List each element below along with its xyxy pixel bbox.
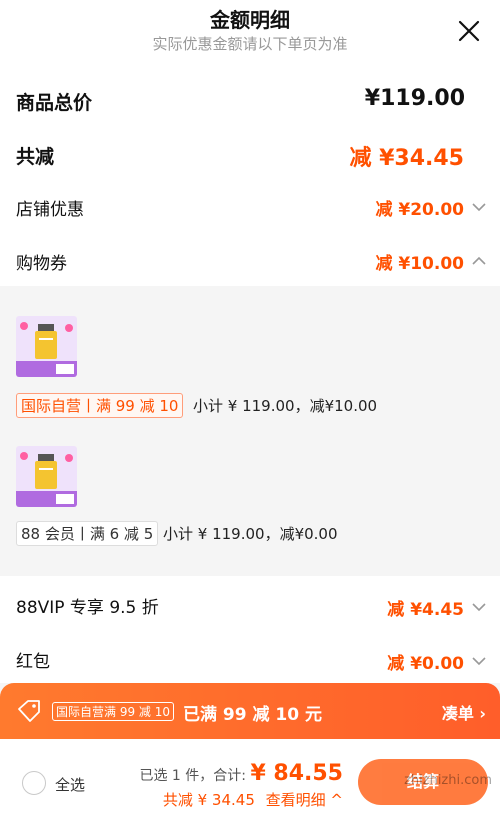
select-all-label[interactable]: 全选 bbox=[55, 774, 85, 795]
sheet-header: 金额明细 实际优惠金额请以下单页为准 bbox=[0, 0, 500, 62]
red-packet-label: 红包 bbox=[16, 652, 50, 672]
member-subtotal: 小计 ¥ 119.00，减¥0.00 bbox=[163, 525, 338, 543]
store-discount-row[interactable]: 店铺优惠 减 ¥20.00 bbox=[0, 192, 500, 222]
add-on-items-button[interactable]: 凑单 › bbox=[442, 700, 486, 724]
chevron-down-icon[interactable] bbox=[472, 202, 486, 212]
chevron-down-icon[interactable] bbox=[472, 602, 486, 612]
promo-bar[interactable]: 国际自营满 99 减 10 已满 99 减 10 元 凑单 › bbox=[0, 683, 500, 739]
coupon-subtotal: 小计 ¥ 119.00，减¥10.00 bbox=[193, 397, 378, 415]
discount-detail[interactable]: 共减 ¥ 34.45 查看明细 ^ bbox=[163, 789, 343, 810]
promo-tag: 国际自营满 99 减 10 bbox=[52, 702, 174, 721]
coupon-detail-panel: 国际自营丨满 99 减 10 小计 ¥ 119.00，减¥10.00 88 会员… bbox=[0, 286, 500, 576]
vip-discount-value: 减 ¥4.45 bbox=[387, 600, 464, 620]
close-icon[interactable] bbox=[458, 20, 480, 42]
red-packet-row[interactable]: 红包 减 ¥0.00 bbox=[0, 644, 500, 674]
vip-discount-label: 88VIP 专享 9.5 折 bbox=[16, 598, 159, 618]
total-discount-label: 共减 bbox=[16, 146, 55, 168]
total-discount-value: 减 ¥34.45 bbox=[349, 146, 464, 171]
chevron-down-icon[interactable] bbox=[472, 656, 486, 666]
total-price-row: 商品总价 ¥119.00 bbox=[0, 84, 500, 118]
product-thumbnail[interactable] bbox=[16, 446, 77, 507]
total-price-label: 商品总价 bbox=[16, 92, 93, 114]
sheet-subtitle: 实际优惠金额请以下单页为准 bbox=[152, 35, 348, 53]
promo-text: 已满 99 减 10 元 bbox=[183, 705, 322, 725]
chevron-up-icon[interactable] bbox=[472, 256, 486, 266]
order-summary: 已选 1 件，合计: ¥ 84.55 bbox=[139, 761, 343, 786]
store-discount-value: 减 ¥20.00 bbox=[375, 200, 464, 220]
coupon-row[interactable]: 购物券 减 ¥10.00 bbox=[0, 246, 500, 276]
amount-detail-sheet: 金额明细 实际优惠金额请以下单页为准 商品总价 ¥119.00 共减 减 ¥34… bbox=[0, 0, 500, 683]
total-discount-row: 共减 减 ¥34.45 bbox=[0, 138, 500, 172]
checkout-footer: 全选 已选 1 件，合计: ¥ 84.55 共减 ¥ 34.45 查看明细 ^ … bbox=[0, 739, 500, 827]
coupon-label: 购物券 bbox=[16, 254, 67, 274]
saved-amount: 共减 ¥ 34.45 bbox=[162, 791, 255, 809]
view-details-link[interactable]: 查看明细 ^ bbox=[266, 791, 343, 809]
watermark: zhizhizhi.com bbox=[404, 773, 492, 788]
coupon-value: 减 ¥10.00 bbox=[375, 254, 464, 274]
coupon-tag: 国际自营丨满 99 减 10 bbox=[16, 393, 184, 418]
total-price-value: ¥119.00 bbox=[364, 86, 465, 111]
vip-discount-row[interactable]: 88VIP 专享 9.5 折 减 ¥4.45 bbox=[0, 590, 500, 620]
sheet-title: 金额明细 bbox=[210, 8, 290, 32]
product-thumbnail[interactable] bbox=[16, 316, 77, 377]
store-discount-label: 店铺优惠 bbox=[16, 200, 84, 220]
total-amount: ¥ 84.55 bbox=[250, 761, 343, 786]
member-tag: 88 会员丨满 6 减 5 bbox=[16, 521, 159, 546]
coupon-tag-icon bbox=[18, 700, 40, 722]
select-all-radio[interactable] bbox=[22, 771, 46, 795]
selected-count: 已选 1 件，合计: bbox=[139, 768, 251, 784]
red-packet-value: 减 ¥0.00 bbox=[387, 654, 464, 674]
